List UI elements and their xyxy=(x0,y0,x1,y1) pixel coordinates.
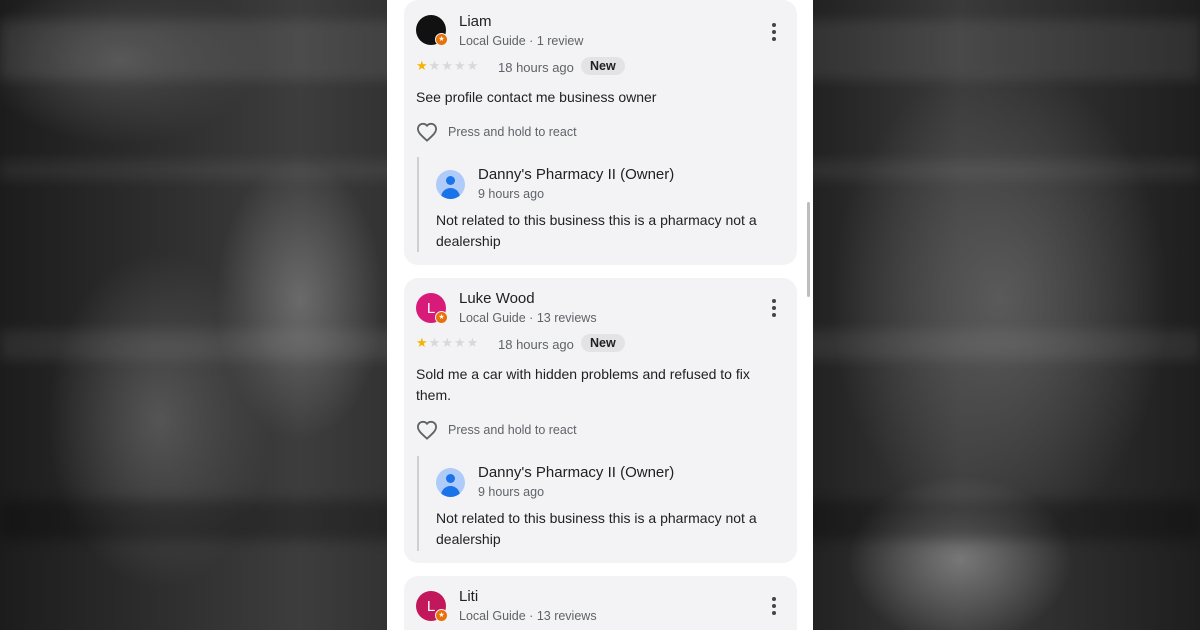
kebab-icon[interactable] xyxy=(771,597,777,615)
star-empty-icon: ★ xyxy=(466,335,480,350)
reviewer-meta: Local Guide · 1 review xyxy=(459,34,584,48)
review-card: L ★ Liti Local Guide · 13 reviews xyxy=(404,576,797,630)
star-empty-icon: ★ xyxy=(466,58,480,73)
heart-icon xyxy=(416,420,438,440)
star-filled-icon: ★ xyxy=(416,335,429,350)
star-rating: ★★★★★ xyxy=(416,335,479,351)
reply-line xyxy=(417,456,419,551)
react-button[interactable]: Press and hold to react xyxy=(416,122,577,142)
react-label: Press and hold to react xyxy=(448,125,577,139)
owner-reply-text: Not related to this business this is a p… xyxy=(436,510,757,547)
react-button[interactable]: Press and hold to react xyxy=(416,420,577,440)
review-text: See profile contact me business owner xyxy=(416,89,657,105)
heart-icon xyxy=(416,122,438,142)
avatar[interactable]: ★ xyxy=(416,15,448,46)
review-card: ★ Liam Local Guide · 1 review ★★★★★ 18 h… xyxy=(404,0,797,265)
star-rating: ★★★★★ xyxy=(416,58,479,74)
local-guide-badge-icon: ★ xyxy=(435,609,448,622)
star-empty-icon: ★ xyxy=(428,335,442,350)
star-empty-icon: ★ xyxy=(441,58,454,73)
avatar[interactable]: L ★ xyxy=(416,293,448,324)
star-empty-icon: ★ xyxy=(453,58,467,73)
local-guide-badge-icon: ★ xyxy=(435,33,448,46)
star-empty-icon: ★ xyxy=(453,335,467,350)
new-badge: New xyxy=(581,57,625,75)
review-text: Sold me a car with hidden problems and r… xyxy=(416,366,750,403)
reviewer-name[interactable]: Luke Wood xyxy=(459,290,535,307)
scrollbar[interactable] xyxy=(807,202,810,297)
owner-reply-time: 9 hours ago xyxy=(478,187,545,201)
reviews-screen[interactable]: ★ Liam Local Guide · 1 review ★★★★★ 18 h… xyxy=(387,0,813,630)
reply-line xyxy=(417,157,419,252)
review-time: 18 hours ago xyxy=(498,60,574,75)
star-empty-icon: ★ xyxy=(441,335,454,350)
profile-icon xyxy=(436,170,465,199)
owner-name: Danny's Pharmacy II (Owner) xyxy=(478,464,675,481)
react-label: Press and hold to react xyxy=(448,423,577,437)
owner-reply-text: Not related to this business this is a p… xyxy=(436,212,757,249)
star-filled-icon: ★ xyxy=(416,58,429,73)
star-empty-icon: ★ xyxy=(428,58,442,73)
reviewer-meta: Local Guide · 13 reviews xyxy=(459,311,597,325)
local-guide-badge-icon: ★ xyxy=(435,311,448,324)
review-time: 18 hours ago xyxy=(498,337,574,352)
new-badge: New xyxy=(581,334,625,352)
owner-name: Danny's Pharmacy II (Owner) xyxy=(478,166,675,183)
avatar[interactable]: L ★ xyxy=(416,591,448,622)
kebab-icon[interactable] xyxy=(771,23,777,41)
review-card: L ★ Luke Wood Local Guide · 13 reviews ★… xyxy=(404,278,797,563)
reviewer-meta: Local Guide · 13 reviews xyxy=(459,609,597,623)
reviewer-name[interactable]: Liam xyxy=(459,13,492,30)
kebab-icon[interactable] xyxy=(771,299,777,317)
reviewer-name[interactable]: Liti xyxy=(459,588,478,605)
owner-reply-time: 9 hours ago xyxy=(478,485,545,499)
profile-icon xyxy=(436,468,465,497)
